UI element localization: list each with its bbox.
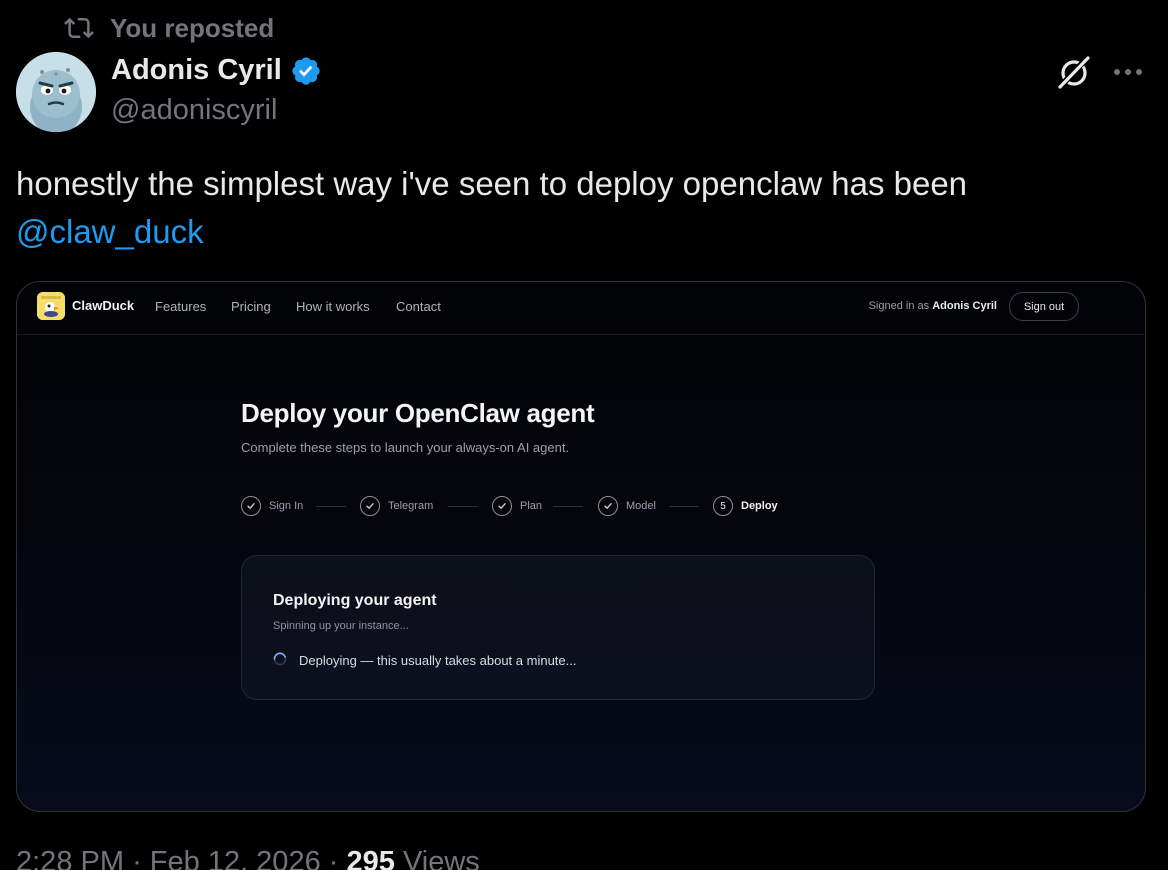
deploy-status-text: Deploying — this usually takes about a m… bbox=[299, 653, 577, 668]
step-connector bbox=[553, 506, 583, 507]
nav-link-features[interactable]: Features bbox=[155, 299, 206, 314]
signed-in-prefix: Signed in as bbox=[868, 300, 930, 312]
deploy-title: Deploy your OpenClaw agent bbox=[241, 398, 595, 428]
repost-icon bbox=[64, 17, 94, 39]
deploy-status-card: Deploying your agent Spinning up your in… bbox=[241, 555, 875, 700]
meta-separator: · bbox=[328, 846, 347, 870]
signed-in-status: Signed in as Adonis Cyril bbox=[869, 300, 997, 312]
repost-indicator[interactable]: You reposted bbox=[62, 12, 274, 44]
meta-separator: · bbox=[132, 846, 150, 870]
step-connector bbox=[669, 506, 699, 507]
step-label: Deploy bbox=[741, 500, 778, 512]
step-label: Telegram bbox=[388, 500, 434, 512]
step-connector bbox=[448, 506, 478, 507]
card-title: Deploying your agent bbox=[273, 592, 437, 609]
step-model[interactable]: Model bbox=[598, 494, 656, 518]
check-icon bbox=[360, 496, 380, 516]
deploy-subtitle: Complete these steps to launch your alwa… bbox=[241, 440, 570, 455]
clawduck-logo[interactable] bbox=[37, 292, 65, 320]
signed-in-user: Adonis Cyril bbox=[932, 300, 997, 312]
step-number: 5 bbox=[713, 496, 733, 516]
nav-link-pricing[interactable]: Pricing bbox=[231, 299, 271, 314]
clawduck-brand[interactable]: ClawDuck bbox=[72, 298, 134, 313]
nav-link-how-it-works[interactable]: How it works bbox=[296, 299, 370, 314]
views-label: Views bbox=[402, 846, 480, 870]
repost-label: You reposted bbox=[110, 12, 275, 43]
mention-link[interactable]: @claw_duck bbox=[16, 213, 204, 250]
sign-out-button[interactable]: Sign out bbox=[1009, 292, 1079, 321]
check-icon bbox=[492, 496, 512, 516]
step-label: Model bbox=[626, 500, 656, 512]
duck-logo-icon bbox=[37, 292, 65, 320]
step-label: Plan bbox=[520, 500, 543, 512]
post-time[interactable]: 2:28 PM bbox=[16, 846, 124, 870]
author-handle[interactable]: @adoniscyril bbox=[111, 94, 277, 127]
grok-icon[interactable] bbox=[1054, 52, 1094, 92]
post-date[interactable]: Feb 12, 2026 bbox=[150, 846, 321, 870]
nav-link-contact[interactable]: Contact bbox=[396, 299, 441, 314]
step-label: Sign In bbox=[269, 500, 304, 512]
more-icon[interactable] bbox=[1110, 60, 1146, 84]
step-deploy[interactable]: 5 Deploy bbox=[713, 494, 778, 518]
views-count[interactable]: 295 bbox=[346, 846, 394, 870]
embedded-screenshot[interactable]: ClawDuck Features Pricing How it works C… bbox=[16, 281, 1146, 812]
step-plan[interactable]: Plan bbox=[492, 494, 542, 518]
post-page: You reposted Adonis Cyril @adoniscyril h… bbox=[0, 0, 1168, 870]
author-display-name: Adonis Cyril bbox=[111, 54, 282, 86]
post-meta: 2:28 PM · Feb 12, 2026 · 295 Views bbox=[16, 846, 480, 870]
tweet-text: honestly the simplest way i've seen to d… bbox=[16, 160, 1146, 256]
check-icon bbox=[241, 496, 261, 516]
step-telegram[interactable]: Telegram bbox=[360, 494, 433, 518]
spinner-icon bbox=[273, 652, 287, 666]
verified-badge-icon bbox=[292, 56, 320, 85]
avatar[interactable] bbox=[16, 52, 96, 132]
check-icon bbox=[598, 496, 618, 516]
step-sign-in[interactable]: Sign In bbox=[241, 494, 303, 518]
step-connector bbox=[316, 506, 346, 507]
author-name[interactable]: Adonis Cyril bbox=[111, 54, 322, 87]
clawduck-navbar: ClawDuck Features Pricing How it works C… bbox=[17, 282, 1145, 335]
avatar-image bbox=[16, 52, 96, 132]
card-subtitle: Spinning up your instance... bbox=[273, 620, 409, 632]
tweet-body: honestly the simplest way i've seen to d… bbox=[16, 165, 968, 202]
